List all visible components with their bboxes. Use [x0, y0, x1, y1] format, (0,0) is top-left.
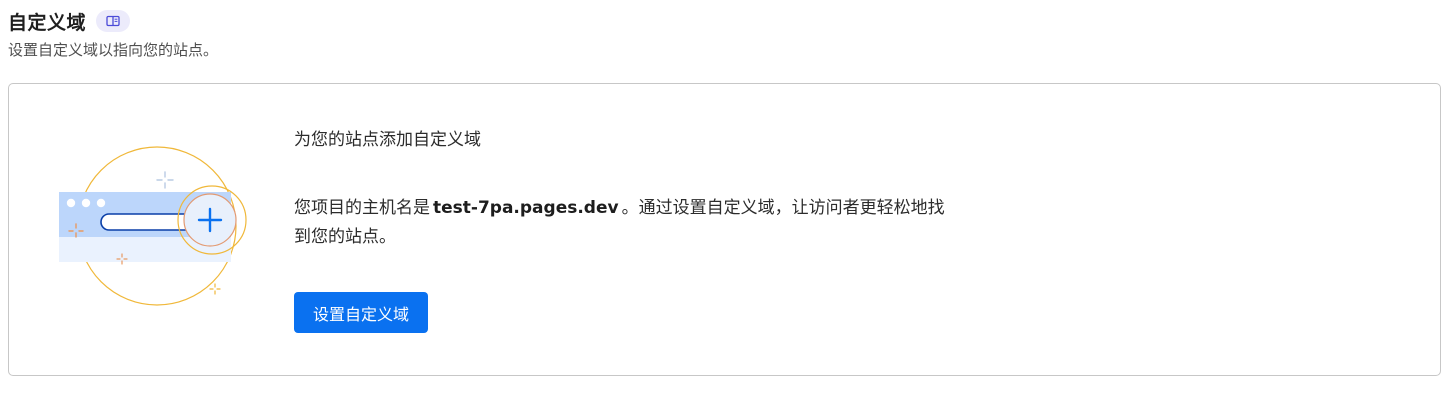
book-open-icon	[106, 15, 120, 27]
add-custom-domain-card: 为您的站点添加自定义域 您项目的主机名是 test-7pa.pages.dev 。通…	[8, 83, 1441, 376]
browser-add-domain-illustration	[59, 146, 247, 306]
section-subtitle: 设置自定义域以指向您的站点。	[8, 41, 219, 59]
section-header: 自定义域 设置自定义域以指向您的站点。	[8, 8, 218, 60]
title-row: 自定义域	[8, 8, 218, 34]
card-heading: 为您的站点添加自定义域	[294, 130, 481, 150]
project-hostname: test-7pa.pages.dev	[433, 198, 619, 218]
section-title: 自定义域	[8, 11, 87, 34]
card-description: 您项目的主机名是 test-7pa.pages.dev 。通过设置自定义域，让访问者…	[294, 194, 954, 252]
description-prefix: 您项目的主机名是	[294, 198, 430, 218]
card-content: 为您的站点添加自定义域 您项目的主机名是 test-7pa.pages.dev 。通…	[294, 128, 994, 333]
custom-domains-page: 自定义域 设置自定义域以指向您的站点。 为您的站点添加自定义域 您项目的主机名是…	[0, 0, 1453, 414]
set-up-custom-domain-button[interactable]: 设置自定义域	[294, 292, 429, 333]
documentation-link[interactable]	[96, 10, 131, 32]
